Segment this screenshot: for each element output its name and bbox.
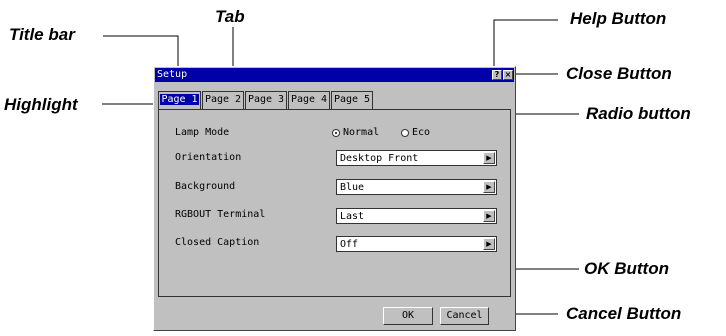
chevron-right-icon[interactable]: ▶ [483, 238, 495, 250]
cancel-button[interactable]: Cancel [440, 307, 489, 325]
orientation-select[interactable]: Desktop Front ▶ [336, 150, 497, 166]
help-button-callout: Help Button [570, 9, 667, 28]
chevron-right-icon[interactable]: ▶ [483, 152, 495, 164]
lamp-mode-label: Lamp Mode [175, 127, 230, 138]
background-value: Blue [340, 182, 365, 193]
title-bar[interactable]: Setup ? × [155, 68, 514, 82]
lamp-mode-eco-label[interactable]: Eco [412, 127, 430, 139]
close-icon[interactable]: × [503, 70, 513, 80]
help-icon[interactable]: ? [492, 70, 502, 80]
chevron-right-icon[interactable]: ▶ [483, 210, 495, 222]
tab-label: Page 1 [160, 94, 199, 105]
closed-caption-select[interactable]: Off ▶ [336, 236, 497, 252]
highlight-callout: Highlight [4, 95, 78, 114]
radio-button-callout: Radio button [586, 104, 691, 123]
tab-page-5[interactable]: Page 5 [331, 91, 373, 109]
lamp-mode-eco-radio[interactable] [401, 129, 409, 137]
closed-caption-label: Closed Caption [175, 237, 260, 248]
tab-label: Page 5 [333, 94, 371, 105]
close-button-callout: Close Button [566, 64, 672, 83]
chevron-right-icon[interactable]: ▶ [483, 181, 495, 193]
title-bar-callout: Title bar [9, 25, 75, 44]
tab-page-4[interactable]: Page 4 [288, 91, 330, 109]
rgbout-terminal-label: RGBOUT Terminal [175, 209, 266, 220]
lamp-mode-normal-radio[interactable] [332, 129, 340, 137]
tab-label: Page 3 [247, 94, 285, 105]
tab-label: Page 2 [204, 94, 242, 105]
setup-window: Setup ? × Page 1 Page 2 Page 3 Page 4 Pa… [153, 66, 516, 331]
ok-button[interactable]: OK [383, 307, 433, 325]
background-label: Background [175, 181, 236, 192]
tab-label: Page 4 [290, 94, 328, 105]
lamp-mode-normal-label[interactable]: Normal [343, 127, 379, 139]
orientation-label: Orientation [175, 152, 242, 163]
closed-caption-value: Off [340, 239, 359, 250]
tab-callout: Tab [215, 7, 245, 26]
rgbout-terminal-select[interactable]: Last ▶ [336, 208, 497, 224]
ok-button-callout: OK Button [584, 259, 669, 278]
rgbout-terminal-value: Last [340, 211, 365, 222]
orientation-value: Desktop Front [340, 153, 419, 164]
background-select[interactable]: Blue ▶ [336, 179, 497, 195]
cancel-button-callout: Cancel Button [566, 304, 682, 323]
settings-panel: Lamp Mode Normal Eco Orientation Desktop… [158, 109, 511, 297]
help-button-leader [493, 19, 558, 72]
window-title: Setup [157, 69, 188, 80]
tab-page-2[interactable]: Page 2 [202, 91, 244, 109]
tab-page-3[interactable]: Page 3 [245, 91, 287, 109]
tab-page-1[interactable]: Page 1 [158, 91, 201, 109]
